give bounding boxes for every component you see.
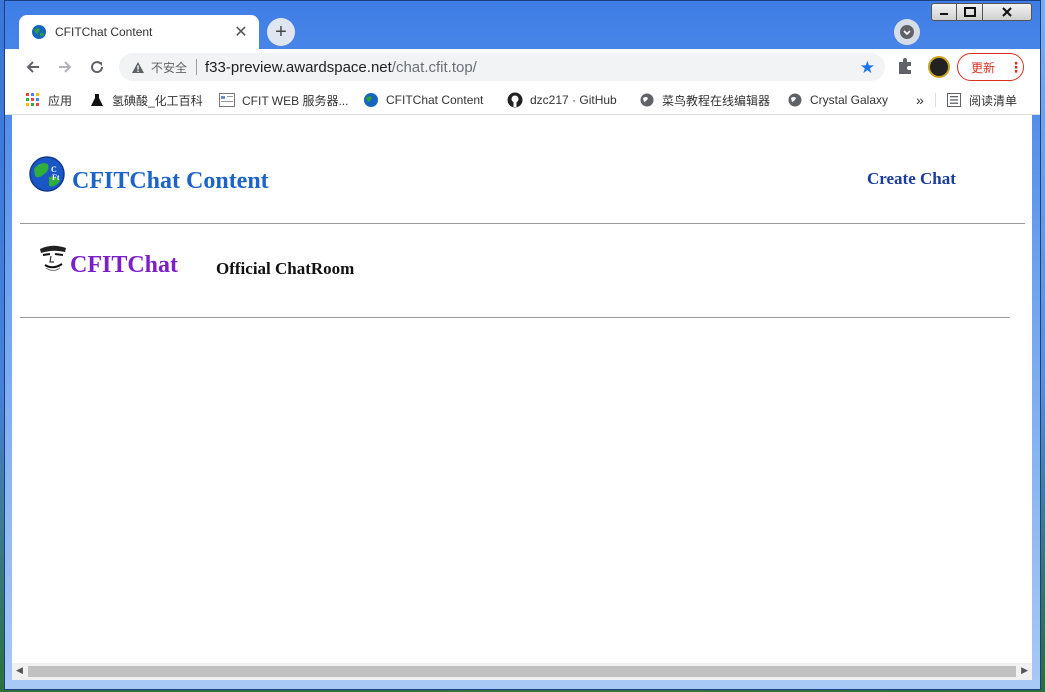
face-icon — [40, 245, 66, 271]
bookmark-label: Crystal Galaxy — [810, 93, 889, 107]
restore-icon — [963, 7, 976, 17]
reload-icon — [91, 61, 104, 74]
bookmark-label: 氢碘酸_化工百科 — [112, 93, 203, 108]
divider — [20, 317, 1010, 318]
puzzle-icon — [899, 58, 911, 74]
chat-name[interactable]: CFITChat — [70, 252, 178, 279]
address-bar[interactable]: 不安全 f33-preview.awardspace.net/chat.cfit… — [119, 53, 885, 81]
update-button[interactable]: 更新 ⋮ — [957, 53, 1024, 81]
url-host: f33-preview.awardspace.net — [205, 58, 392, 76]
globe-icon — [32, 25, 46, 39]
tab-cfitchat-content[interactable]: CFITChat Content ✕ — [19, 15, 259, 49]
security-label: 不安全 — [151, 60, 188, 75]
bookmark-label: 应用 — [48, 93, 73, 108]
warning-icon — [132, 61, 144, 73]
bookmark-runoob-editor[interactable]: 菜鸟教程在线编辑器 — [639, 91, 770, 109]
horizontal-scrollbar[interactable]: ◀ ▶ — [12, 663, 1032, 680]
create-chat-link[interactable]: Create Chat — [867, 169, 956, 189]
page-icon — [219, 92, 235, 108]
bookmark-crystal-galaxy[interactable]: Crystal Galaxy — [787, 91, 888, 109]
apps-grid-icon — [25, 92, 41, 108]
svg-text:Ft: Ft — [52, 173, 60, 182]
globe-icon — [639, 92, 655, 108]
plus-icon: + — [275, 20, 287, 43]
globe-icon — [363, 92, 379, 108]
bookmark-label: CFITChat Content — [386, 93, 484, 107]
minimize-button[interactable] — [931, 3, 957, 21]
bookmark-apps[interactable]: 应用 — [25, 91, 72, 109]
extensions-button[interactable] — [897, 57, 913, 78]
globe-icon — [787, 92, 803, 108]
arrow-left-icon — [26, 61, 39, 73]
arrow-right-icon — [59, 61, 72, 73]
flask-icon — [89, 92, 105, 108]
bookmark-label: dzc217 · GitHub — [530, 93, 617, 107]
divider — [20, 223, 1025, 224]
reading-list-icon — [946, 92, 962, 108]
minimize-icon — [940, 13, 948, 15]
reading-list-button[interactable]: 阅读清单 — [946, 91, 1017, 109]
reading-list-label: 阅读清单 — [969, 93, 1018, 108]
scroll-right-icon[interactable]: ▶ — [1021, 665, 1028, 676]
page-title: CFITChat Content — [72, 168, 269, 194]
update-label: 更新 — [971, 60, 996, 75]
globe-logo-icon: C Ft — [29, 156, 65, 192]
forward-button[interactable] — [53, 55, 77, 79]
close-tab-icon[interactable]: ✕ — [233, 22, 249, 42]
chat-avatar — [36, 243, 70, 278]
bookmark-label: 菜鸟教程在线编辑器 — [662, 93, 771, 108]
site-logo: C Ft — [28, 155, 66, 196]
chat-description: Official ChatRoom — [216, 259, 355, 278]
bookmark-label: CFIT WEB 服务器... — [242, 93, 349, 108]
bookmark-cfitchat-content[interactable]: CFITChat Content — [363, 91, 483, 109]
reload-button[interactable] — [85, 55, 109, 79]
tab-title: CFITChat Content — [55, 25, 153, 39]
browser-window: CFITChat Content ✕ + 不安全 f33-preview.awa… — [4, 0, 1041, 690]
more-vert-icon: ⋮ — [1009, 58, 1023, 75]
divider — [935, 93, 936, 107]
divider — [196, 59, 198, 75]
profile-avatar[interactable] — [928, 56, 950, 78]
bookmarks-overflow-button[interactable]: » — [916, 91, 924, 109]
maximize-button[interactable] — [956, 3, 983, 21]
close-icon — [1002, 7, 1012, 17]
bookmarks-bar: 应用 氢碘酸_化工百科 CFIT WEB 服务器... CFITChat Con… — [5, 85, 1040, 115]
bookmark-star-icon[interactable]: ★ — [860, 58, 875, 78]
bookmark-hydroiodic-acid[interactable]: 氢碘酸_化工百科 — [89, 91, 203, 109]
new-tab-button[interactable]: + — [267, 18, 295, 46]
github-icon — [507, 92, 523, 108]
scrollbar-thumb[interactable] — [28, 666, 1016, 677]
back-button[interactable] — [21, 55, 45, 79]
page-content: C Ft CFITChat Content Create Chat CFITCh… — [12, 115, 1032, 663]
close-window-button[interactable] — [982, 3, 1032, 21]
bookmark-cfit-web-server[interactable]: CFIT WEB 服务器... — [219, 91, 348, 109]
browser-toolbar: 不安全 f33-preview.awardspace.net/chat.cfit… — [5, 49, 1040, 85]
chevron-down-icon — [900, 25, 914, 39]
tab-search-button[interactable] — [894, 19, 920, 45]
scroll-left-icon[interactable]: ◀ — [16, 665, 23, 676]
url-path: /chat.cfit.top/ — [391, 58, 477, 76]
bookmark-github[interactable]: dzc217 · GitHub — [507, 91, 617, 109]
